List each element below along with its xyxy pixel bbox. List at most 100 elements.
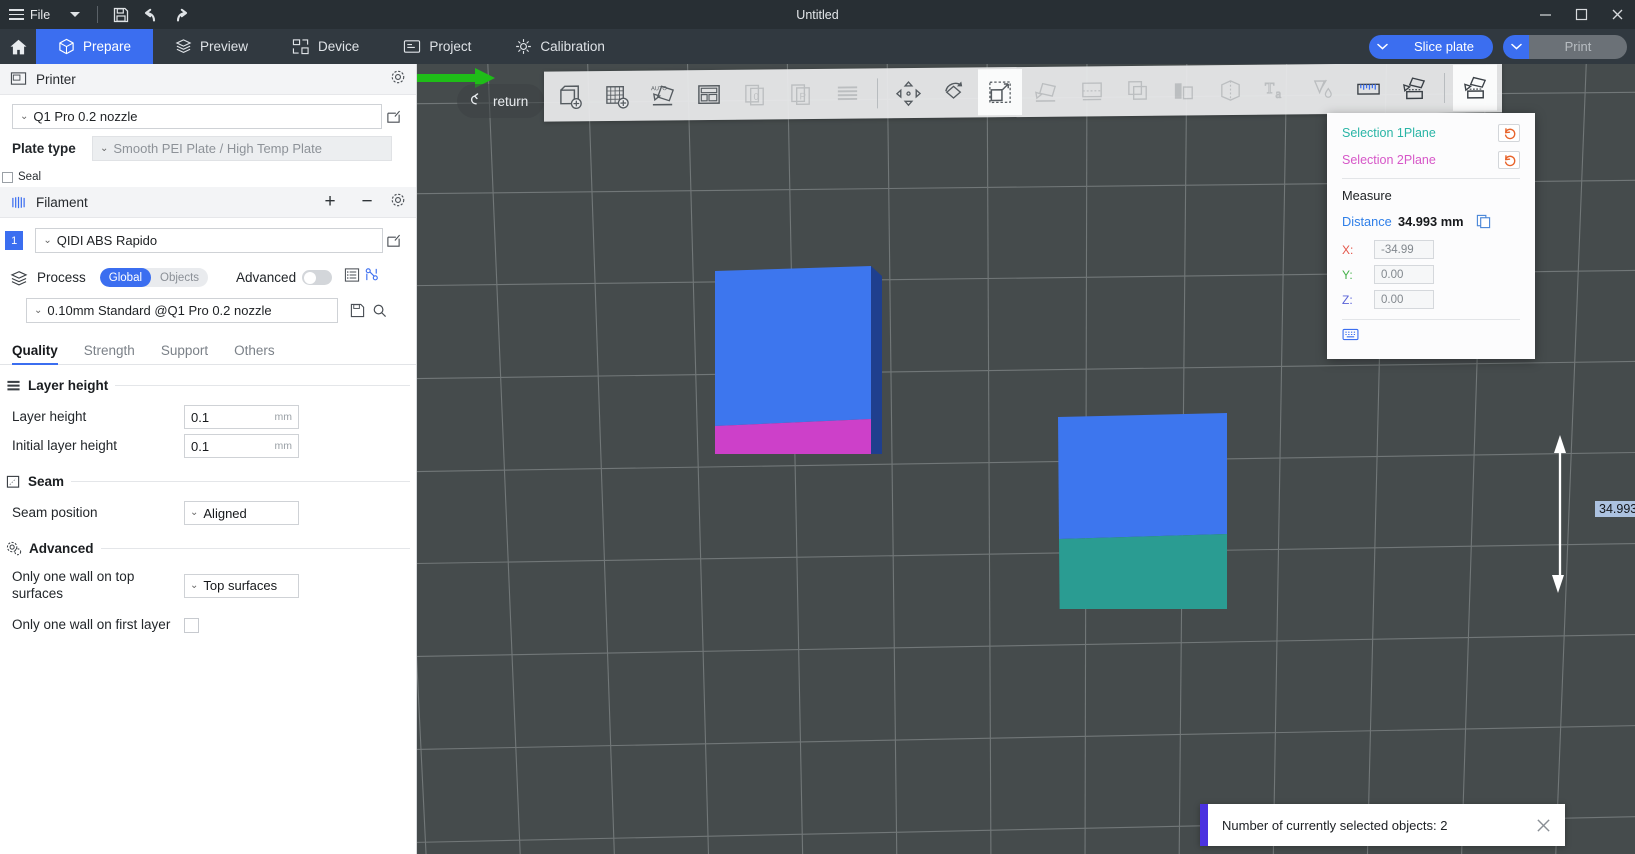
- add-plate-icon: [605, 85, 629, 109]
- measure-ruler-button[interactable]: [1346, 65, 1390, 111]
- tab-prepare[interactable]: Prepare: [36, 29, 154, 64]
- measure-distance-label: 34.993 mm: [1595, 501, 1635, 517]
- checkbox-only-one-wall-first[interactable]: [184, 617, 199, 633]
- printer-settings-button[interactable]: [390, 69, 406, 90]
- tab-project[interactable]: Project: [381, 29, 493, 64]
- return-button[interactable]: return: [457, 84, 545, 118]
- field-label-seam-position: Seam position: [12, 504, 98, 520]
- edit-icon: [387, 234, 400, 247]
- file-menu-button[interactable]: File: [0, 0, 59, 29]
- search-settings-button[interactable]: [368, 300, 390, 322]
- scope-objects-pill[interactable]: Objects: [151, 268, 208, 287]
- select-only-one-wall-top[interactable]: ⌄ Top surfaces: [184, 573, 299, 598]
- top-navigation: Prepare Preview Device Project Calibrati…: [0, 29, 1635, 64]
- measure-ruler-icon: [1356, 83, 1380, 95]
- axis-y-row: Y: 0.00: [1342, 265, 1520, 284]
- toast-close-button[interactable]: [1521, 804, 1565, 846]
- add-filament-button[interactable]: +: [316, 191, 344, 213]
- gear-icon: [391, 70, 405, 83]
- chevron-down-icon: ⌄: [100, 142, 109, 154]
- slice-plate-button[interactable]: Slice plate: [1369, 34, 1493, 59]
- print-label[interactable]: Print: [1529, 34, 1627, 59]
- tab-strength[interactable]: Strength: [84, 343, 135, 364]
- tools-icon: [365, 268, 378, 281]
- fill-color-icon: [1313, 79, 1332, 98]
- settings-shortcut-button[interactable]: [364, 267, 380, 288]
- tab-others[interactable]: Others: [234, 343, 275, 364]
- distance-row: Distance 34.993 mm: [1342, 212, 1520, 230]
- minimize-button[interactable]: [1527, 0, 1563, 29]
- process-preset-value: 0.10mm Standard @Q1 Pro 0.2 nozzle: [47, 303, 272, 318]
- layout-button[interactable]: [687, 72, 731, 118]
- add-object-button[interactable]: [549, 73, 593, 119]
- tab-device[interactable]: Device: [270, 29, 381, 64]
- auto-arrange-icon: AUTO: [650, 84, 674, 106]
- home-button[interactable]: [0, 29, 36, 64]
- assembly-button[interactable]: [1392, 65, 1436, 111]
- edit-filament-button[interactable]: [383, 230, 404, 252]
- tab-calibration[interactable]: Calibration: [493, 29, 627, 64]
- tab-quality[interactable]: Quality: [12, 343, 58, 365]
- tab-support[interactable]: Support: [161, 343, 208, 364]
- copy-icon: [1476, 214, 1491, 228]
- filament-section-header: Filament + −: [0, 187, 416, 218]
- slice-dropdown-chevron[interactable]: [1369, 34, 1395, 59]
- group-layer-height: Layer height: [0, 378, 416, 393]
- axis-y-value[interactable]: 0.00: [1374, 265, 1434, 284]
- axis-z-value[interactable]: 0.00: [1374, 290, 1434, 309]
- reset-selection-1-button[interactable]: [1498, 124, 1520, 142]
- scope-global-pill[interactable]: Global: [99, 268, 152, 287]
- tab-prepare-label: Prepare: [83, 39, 132, 54]
- distance-label: Distance: [1342, 213, 1392, 229]
- print-button[interactable]: Print: [1503, 34, 1627, 59]
- seal-checkbox[interactable]: [2, 171, 13, 183]
- select-seam-position[interactable]: ⌄ Aligned: [184, 501, 299, 525]
- edit-printer-button[interactable]: [382, 106, 404, 128]
- copy-distance-button[interactable]: [1473, 212, 1493, 230]
- print-dropdown-chevron[interactable]: [1503, 34, 1529, 59]
- tab-preview[interactable]: Preview: [153, 29, 270, 64]
- selection-1-type: Plane: [1403, 126, 1436, 140]
- save-preset-button[interactable]: [346, 300, 368, 322]
- process-preset-select[interactable]: ⌄ 0.10mm Standard @Q1 Pro 0.2 nozzle: [26, 298, 338, 323]
- axis-x-value[interactable]: -34.99: [1374, 240, 1434, 259]
- plate-type-select[interactable]: ⌄ Smooth PEI Plate / High Temp Plate: [92, 136, 392, 161]
- redo-button[interactable]: [166, 0, 196, 29]
- filament-icon: [12, 196, 25, 208]
- file-menu-label: File: [30, 7, 51, 22]
- reset-selection-2-button[interactable]: [1498, 151, 1520, 169]
- keyboard-shortcuts-button[interactable]: [1342, 328, 1359, 345]
- toolbar-divider: [877, 78, 878, 109]
- slice-plate-label[interactable]: Slice plate: [1395, 34, 1493, 59]
- save-button[interactable]: [106, 0, 136, 29]
- svg-text:0: 0: [753, 91, 758, 102]
- advanced-toggle[interactable]: [302, 270, 333, 285]
- input-layer-height[interactable]: 0.1 mm: [184, 405, 299, 429]
- layout-icon: [697, 84, 720, 104]
- axis-x-row: X: -34.99: [1342, 240, 1520, 259]
- move-button[interactable]: [886, 70, 930, 116]
- auto-arrange-button[interactable]: AUTO: [641, 72, 685, 118]
- menu-dropdown-button[interactable]: [59, 0, 89, 29]
- close-button[interactable]: [1599, 0, 1635, 29]
- undo-button[interactable]: [136, 0, 166, 29]
- filament-index-badge[interactable]: 1: [5, 231, 24, 250]
- remove-filament-button[interactable]: −: [353, 191, 381, 213]
- 3d-viewport[interactable]: 34.993 mm return AUTO 0 P: [417, 64, 1635, 854]
- measure-tool-button[interactable]: [1453, 64, 1497, 111]
- printer-preset-select[interactable]: ⌄ Q1 Pro 0.2 nozzle: [12, 104, 383, 129]
- object-cube-left[interactable]: [705, 204, 895, 454]
- maximize-button[interactable]: [1563, 0, 1599, 29]
- filament-settings-button[interactable]: [390, 192, 406, 213]
- left-settings-panel: Printer ⌄ Q1 Pro 0.2 nozzle Plate type ⌄…: [0, 64, 417, 854]
- rotate-button[interactable]: [932, 69, 976, 115]
- input-initial-layer-height[interactable]: 0.1 mm: [184, 434, 299, 458]
- filament-preset-value: QIDI ABS Rapido: [56, 233, 158, 248]
- process-tabs: Quality Strength Support Others: [0, 335, 416, 365]
- scale-button[interactable]: [978, 69, 1022, 116]
- process-scope-toggle[interactable]: Global Objects: [99, 268, 209, 287]
- add-plate-button[interactable]: [595, 73, 639, 119]
- compare-presets-button[interactable]: [344, 267, 360, 288]
- object-cube-right[interactable]: [1055, 349, 1255, 609]
- filament-preset-select[interactable]: ⌄ QIDI ABS Rapido: [35, 228, 383, 253]
